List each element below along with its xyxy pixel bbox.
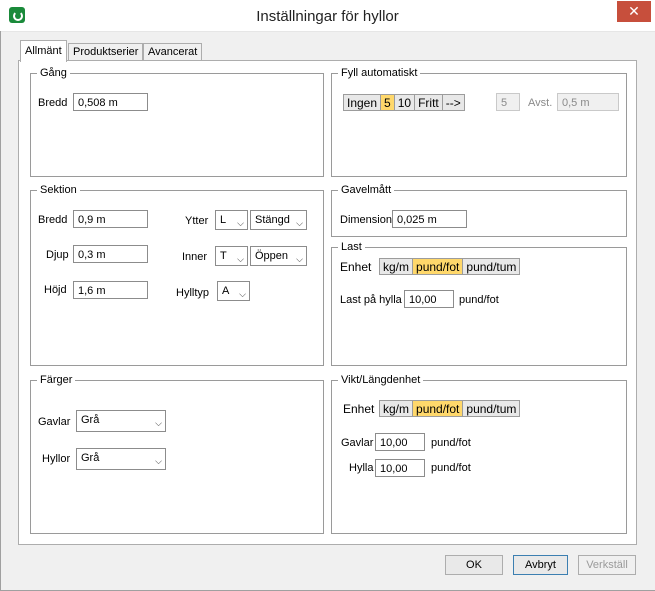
chevron-down-icon: ⌵ [155,456,162,466]
chevron-down-icon: ⌵ [237,218,244,228]
group-gang-title: Gång [37,67,70,79]
fyll-option-10[interactable]: 10 [395,95,416,110]
inner-style-value: Öppen [255,250,289,262]
chevron-down-icon: ⌵ [296,218,303,228]
hyllor-color-select[interactable]: Grå ⌵ [76,448,166,470]
vikt-unit-pundfot[interactable]: pund/fot [413,401,464,416]
vikt-gavlar-input[interactable]: 10,00 [375,433,425,451]
group-vikt-title: Vikt/Längdenhet [338,374,424,386]
ytter-style-value: Stängd [255,214,290,226]
inner-style-select[interactable]: Öppen ⌵ [250,246,307,266]
close-button[interactable]: ✕ [617,1,651,22]
chevron-down-icon: ⌵ [237,254,244,264]
sektion-hojd-input[interactable]: 1,6 m [73,281,148,299]
vikt-unit-kgm[interactable]: kg/m [380,401,414,416]
ok-button[interactable]: OK [445,555,503,575]
fyll-count-input[interactable]: 5 [496,93,520,111]
group-farger-title: Färger [37,374,76,386]
hylltyp-select[interactable]: A ⌵ [217,281,250,301]
vikt-enhet-label: Enhet [343,402,375,416]
vikt-gavlar-unit: pund/fot [431,437,471,449]
hyllor-color-value: Grå [81,452,100,464]
chevron-down-icon: ⌵ [155,418,162,428]
group-fyll-title: Fyll automatiskt [338,67,421,79]
sektion-djup-input[interactable]: 0,3 m [73,245,148,263]
cancel-button[interactable]: Avbryt [513,555,568,575]
last-hylla-label: Last på hylla [340,294,402,306]
sektion-hojd-label: Höjd [44,284,67,296]
tab-allmant[interactable]: Allmänt [20,40,67,62]
gavlar-color-select[interactable]: Grå ⌵ [76,410,166,432]
group-gavel-title: Gavelmått [338,184,395,196]
vikt-gavlar-label: Gavlar [341,437,374,449]
tab-produktserier[interactable]: Produktserier [68,43,144,61]
vikt-hylla-input[interactable]: 10,00 [375,459,425,477]
sektion-inner-label: Inner [182,251,208,263]
group-farger [30,380,324,534]
fyll-avst-input[interactable]: 0,5 m [557,93,619,111]
last-unit-pundtum[interactable]: pund/tum [463,259,519,274]
apply-button[interactable]: Verkställ [578,555,636,575]
gang-bredd-input[interactable]: 0,508 m [73,93,148,111]
fyll-option-fritt[interactable]: Fritt [415,95,443,110]
vikt-unit-pundtum[interactable]: pund/tum [463,401,519,416]
sektion-hylltyp-label: Hylltyp [176,287,210,299]
farger-hyllor-label: Hyllor [42,453,71,465]
chevron-down-icon: ⌵ [296,254,303,264]
fyll-avst-label: Avst. [528,97,553,109]
fyll-option-selector: Ingen 5 10 Fritt --> [343,94,465,111]
ytter-type-select[interactable]: L ⌵ [215,210,248,230]
ytter-type-value: L [220,214,227,226]
gavlar-color-value: Grå [81,414,100,426]
fyll-option-ingen[interactable]: Ingen [344,95,382,110]
group-fyll [331,73,627,177]
sektion-djup-label: Djup [46,249,69,261]
group-last-title: Last [338,241,365,253]
inner-type-value: T [220,250,227,262]
vikt-hylla-unit: pund/fot [431,462,471,474]
sektion-ytter-label: Ytter [185,215,209,227]
farger-gavlar-label: Gavlar [38,416,71,428]
last-unit-selector: kg/m pund/fot pund/tum [379,258,521,275]
group-gang [30,73,324,177]
last-enhet-label: Enhet [340,260,372,274]
gavel-dimension-label: Dimension [340,214,392,226]
last-unit-pundfot[interactable]: pund/fot [413,259,464,274]
fyll-option-5[interactable]: 5 [381,95,395,110]
sektion-bredd-label: Bredd [38,214,68,226]
group-sektion-title: Sektion [37,184,80,196]
fyll-option-arrow[interactable]: --> [443,95,464,110]
last-unit-kgm[interactable]: kg/m [380,259,414,274]
window-title: Inställningar för hyllor [256,8,399,25]
hylltyp-value: A [222,285,230,297]
gang-bredd-label: Bredd [38,97,68,109]
sektion-bredd-input[interactable]: 0,9 m [73,210,148,228]
gavel-dimension-input[interactable]: 0,025 m [392,210,467,228]
vikt-unit-selector: kg/m pund/fot pund/tum [379,400,521,417]
tab-avancerat[interactable]: Avancerat [143,43,203,61]
last-hylla-unit: pund/fot [459,294,499,306]
last-hylla-input[interactable]: 10,00 [404,290,454,308]
vikt-hylla-label: Hylla [349,462,374,474]
ytter-style-select[interactable]: Stängd ⌵ [250,210,307,230]
chevron-down-icon: ⌵ [239,289,246,299]
inner-type-select[interactable]: T ⌵ [215,246,248,266]
